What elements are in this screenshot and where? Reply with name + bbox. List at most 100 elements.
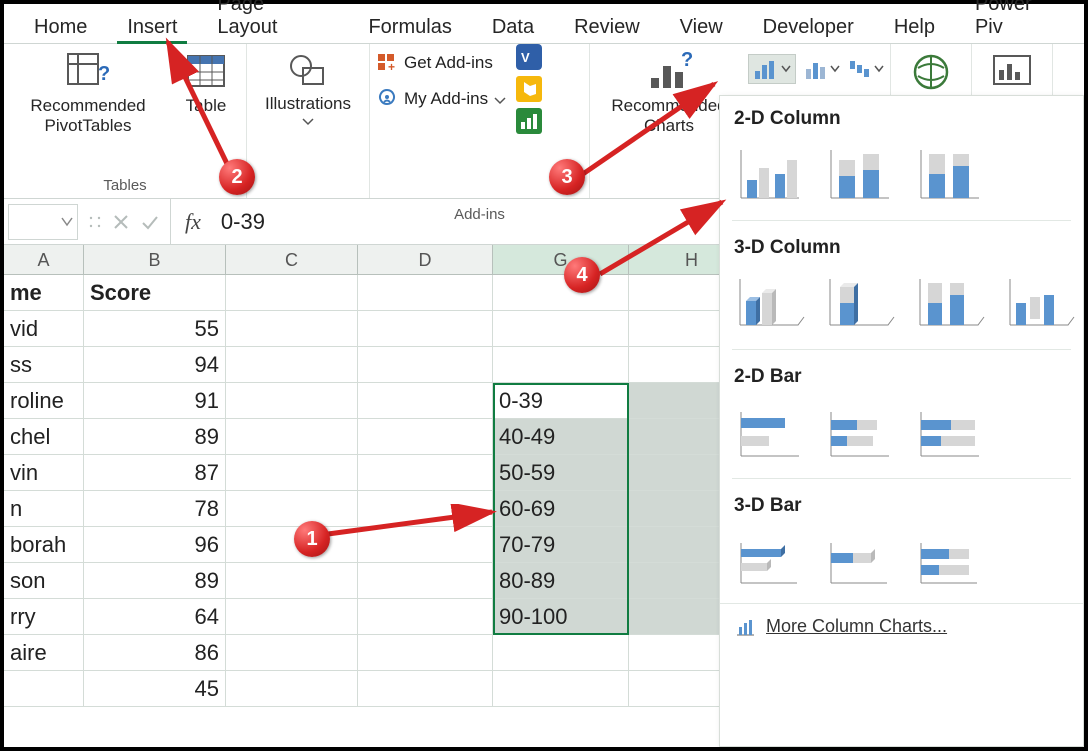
cell[interactable]: [493, 347, 629, 383]
fx-label[interactable]: fx: [171, 209, 215, 235]
insert-column-chart-dropdown[interactable]: [748, 54, 796, 84]
cell[interactable]: [226, 635, 358, 671]
cell[interactable]: [358, 527, 493, 563]
cell[interactable]: [493, 275, 629, 311]
cell[interactable]: [226, 599, 358, 635]
cell[interactable]: [358, 383, 493, 419]
cell[interactable]: [358, 275, 493, 311]
tab-developer[interactable]: Developer: [743, 10, 874, 43]
cell[interactable]: 80-89: [493, 563, 629, 599]
tab-formulas[interactable]: Formulas: [348, 10, 471, 43]
cell[interactable]: 78: [84, 491, 226, 527]
cell[interactable]: roline: [4, 383, 84, 419]
cell[interactable]: [358, 491, 493, 527]
tab-power-pivot[interactable]: Power Piv: [955, 0, 1084, 43]
chart-type-3d-clustered-bar[interactable]: [734, 527, 806, 589]
cell[interactable]: [226, 275, 358, 311]
cell[interactable]: 89: [84, 563, 226, 599]
cell[interactable]: 55: [84, 311, 226, 347]
cell[interactable]: 64: [84, 599, 226, 635]
cell[interactable]: [4, 671, 84, 707]
illustrations-button[interactable]: Illustrations: [253, 48, 363, 128]
insert-waterfall-dropdown[interactable]: [848, 54, 884, 84]
cell[interactable]: 45: [84, 671, 226, 707]
cell[interactable]: 89: [84, 419, 226, 455]
cell[interactable]: [226, 563, 358, 599]
visio-icon[interactable]: V: [516, 44, 542, 70]
cell[interactable]: aire: [4, 635, 84, 671]
cell[interactable]: [226, 455, 358, 491]
col-header-B[interactable]: B: [84, 245, 226, 274]
cell[interactable]: 50-59: [493, 455, 629, 491]
cell[interactable]: 60-69: [493, 491, 629, 527]
chart-type-clustered-bar[interactable]: [734, 398, 806, 460]
tab-view[interactable]: View: [660, 10, 743, 43]
tab-help[interactable]: Help: [874, 10, 955, 43]
chart-type-100-stacked-bar[interactable]: [914, 398, 986, 460]
cell[interactable]: ss: [4, 347, 84, 383]
cell[interactable]: [226, 527, 358, 563]
cell[interactable]: [226, 383, 358, 419]
3d-map-button[interactable]: [897, 48, 965, 96]
tab-home[interactable]: Home: [14, 10, 107, 43]
chart-type-3d-stacked-column[interactable]: [824, 269, 896, 331]
cell[interactable]: [493, 671, 629, 707]
cell[interactable]: borah: [4, 527, 84, 563]
col-header-D[interactable]: D: [358, 245, 493, 274]
cell[interactable]: [358, 347, 493, 383]
cell[interactable]: [493, 635, 629, 671]
cell[interactable]: [358, 455, 493, 491]
people-graph-icon[interactable]: [516, 108, 542, 134]
recommended-pivottables-button[interactable]: ? Recommended PivotTables: [10, 48, 166, 138]
col-header-A[interactable]: A: [4, 245, 84, 274]
cell[interactable]: [226, 419, 358, 455]
chart-type-stacked-bar[interactable]: [824, 398, 896, 460]
cell[interactable]: rry: [4, 599, 84, 635]
cell[interactable]: [358, 311, 493, 347]
cell[interactable]: [493, 311, 629, 347]
cell[interactable]: 91: [84, 383, 226, 419]
cell[interactable]: 40-49: [493, 419, 629, 455]
cell[interactable]: [358, 419, 493, 455]
tab-page-layout[interactable]: Page Layout: [197, 0, 348, 43]
cell[interactable]: [226, 491, 358, 527]
insert-line-chart-dropdown[interactable]: [804, 54, 840, 84]
cell[interactable]: [226, 311, 358, 347]
cell[interactable]: 87: [84, 455, 226, 491]
chart-type-3d-100-stacked-bar[interactable]: [914, 527, 986, 589]
chart-type-clustered-column[interactable]: [734, 140, 806, 202]
table-button[interactable]: Table: [172, 48, 240, 118]
get-addins-button[interactable]: + Get Add-ins: [376, 52, 493, 74]
tab-review[interactable]: Review: [554, 10, 660, 43]
cell[interactable]: 86: [84, 635, 226, 671]
chart-type-3d-column[interactable]: [1004, 269, 1076, 331]
cell[interactable]: son: [4, 563, 84, 599]
my-addins-button[interactable]: My Add-ins: [376, 88, 506, 110]
cell[interactable]: [358, 563, 493, 599]
chart-type-100-stacked-column[interactable]: [914, 140, 986, 202]
chart-type-3d-stacked-bar[interactable]: [824, 527, 896, 589]
cell[interactable]: vid: [4, 311, 84, 347]
cell[interactable]: Score: [84, 275, 226, 311]
cell[interactable]: [358, 599, 493, 635]
cell[interactable]: [358, 671, 493, 707]
cell[interactable]: n: [4, 491, 84, 527]
chart-type-3d-100-stacked-column[interactable]: [914, 269, 986, 331]
more-column-charts-link[interactable]: More Column Charts...: [720, 603, 1083, 649]
chart-type-3d-clustered-column[interactable]: [734, 269, 806, 331]
name-box[interactable]: [8, 204, 78, 240]
cancel-icon[interactable]: [112, 213, 130, 231]
cell[interactable]: 0-39: [493, 383, 629, 419]
cell[interactable]: [226, 347, 358, 383]
col-header-C[interactable]: C: [226, 245, 358, 274]
col-header-G[interactable]: G: [493, 245, 629, 274]
sparkline-button[interactable]: [978, 48, 1046, 92]
enter-icon[interactable]: [140, 213, 160, 231]
bing-maps-icon[interactable]: [516, 76, 542, 102]
cell[interactable]: 96: [84, 527, 226, 563]
tab-data[interactable]: Data: [472, 10, 554, 43]
cell[interactable]: chel: [4, 419, 84, 455]
cell[interactable]: [358, 635, 493, 671]
cell[interactable]: me: [4, 275, 84, 311]
cell[interactable]: 94: [84, 347, 226, 383]
